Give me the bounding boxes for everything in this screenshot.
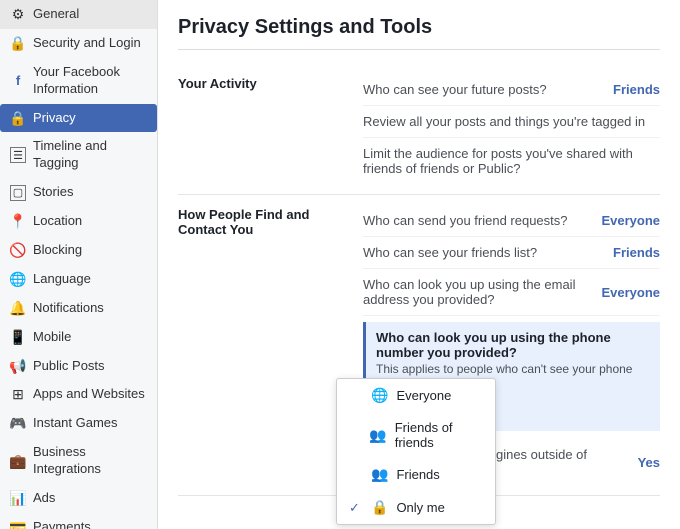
general-icon: ⚙ [10,6,26,22]
sidebar-item-label: Business Integrations [33,444,147,478]
dropdown-item-friends[interactable]: 👥 Friends [337,458,495,491]
sidebar-item-timeline[interactable]: ☰ Timeline and Tagging [0,132,157,178]
your-activity-section: Your Activity Who can see your future po… [178,64,660,195]
games-icon: 🎮 [10,416,26,432]
sidebar-item-instant-games[interactable]: 🎮 Instant Games [0,409,157,438]
location-icon: 📍 [10,214,26,230]
sidebar-item-blocking[interactable]: 🚫 Blocking [0,236,157,265]
friends-of-friends-icon: 👥 [369,427,386,444]
sidebar-item-label: Timeline and Tagging [33,138,147,172]
privacy-icon: 🔒 [10,110,26,126]
sidebar-item-label: Payments [33,519,147,529]
future-posts-value[interactable]: Friends [613,82,660,97]
sidebar-item-notifications[interactable]: 🔔 Notifications [0,294,157,323]
email-lookup-label: Who can look you up using the email addr… [363,277,601,307]
friends-list-value[interactable]: Friends [613,245,660,260]
timeline-icon: ☰ [10,147,26,163]
sidebar-item-security[interactable]: 🔒 Security and Login [0,29,157,58]
blocking-icon: 🚫 [10,242,26,258]
dropdown-menu: 🌐 Everyone 👥 Friends of friends 👥 Friend… [336,378,496,525]
dropdown-item-label: Friends of friends [395,420,483,450]
your-activity-rows: Who can see your future posts? Friends R… [363,74,660,184]
sidebar-item-label: General [33,6,147,23]
sidebar-item-language[interactable]: 🌐 Language [0,265,157,294]
sidebar-item-mobile[interactable]: 📱 Mobile [0,323,157,352]
email-lookup-row: Who can look you up using the email addr… [363,269,660,316]
future-posts-label: Who can see your future posts? [363,82,613,97]
friend-requests-row: Who can send you friend requests? Everyo… [363,205,660,237]
sidebar-item-ads[interactable]: 📊 Ads [0,484,157,513]
dropdown-item-only-me[interactable]: ✓ 🔒 Only me [337,491,495,524]
notifications-icon: 🔔 [10,300,26,316]
sidebar-item-stories[interactable]: ▢ Stories [0,178,157,207]
friends-icon: 👥 [371,466,388,483]
sidebar-item-general[interactable]: ⚙ General [0,0,157,29]
sidebar-item-privacy[interactable]: 🔒 Privacy [0,104,157,133]
friends-list-label: Who can see your friends list? [363,245,613,260]
sidebar-item-public-posts[interactable]: 📢 Public Posts [0,352,157,381]
review-posts-row: Review all your posts and things you're … [363,106,660,138]
sidebar-item-label: Public Posts [33,358,147,375]
outside-facebook-value[interactable]: Yes [638,455,660,470]
limit-audience-label: Limit the audience for posts you've shar… [363,146,660,176]
limit-audience-row: Limit the audience for posts you've shar… [363,138,660,184]
sidebar-item-facebook-info[interactable]: f Your Facebook Information [0,58,157,104]
business-icon: 💼 [10,453,26,469]
check-only-me: ✓ [349,500,363,516]
dropdown-item-everyone[interactable]: 🌐 Everyone [337,379,495,412]
sidebar-item-label: Notifications [33,300,147,317]
sidebar: ⚙ General 🔒 Security and Login f Your Fa… [0,0,158,529]
sidebar-item-label: Blocking [33,242,147,259]
sidebar-item-label: Instant Games [33,415,147,432]
friend-requests-value[interactable]: Everyone [601,213,660,228]
dropdown-item-label: Friends [396,467,439,482]
apps-icon: ⊞ [10,387,26,403]
payments-icon: 💳 [10,519,26,529]
sidebar-item-apps[interactable]: ⊞ Apps and Websites [0,380,157,409]
future-posts-row: Who can see your future posts? Friends [363,74,660,106]
stories-icon: ▢ [10,185,26,201]
lock-icon: 🔒 [10,35,26,51]
sidebar-item-label: Mobile [33,329,147,346]
review-posts-label: Review all your posts and things you're … [363,114,660,129]
sidebar-item-label: Ads [33,490,147,507]
dropdown-item-label: Everyone [396,388,451,403]
page-title: Privacy Settings and Tools [178,16,660,50]
sidebar-item-label: Location [33,213,147,230]
sidebar-item-label: Language [33,271,147,288]
dropdown-item-friends-of-friends[interactable]: 👥 Friends of friends [337,412,495,458]
lock-only-me-icon: 🔒 [371,499,388,516]
your-activity-header: Your Activity [178,74,363,184]
public-posts-icon: 📢 [10,358,26,374]
main-content: Privacy Settings and Tools Your Activity… [158,0,680,529]
sidebar-item-location[interactable]: 📍 Location [0,207,157,236]
phone-lookup-title: Who can look you up using the phone numb… [376,330,650,360]
friends-list-row: Who can see your friends list? Friends [363,237,660,269]
language-icon: 🌐 [10,271,26,287]
globe-icon: 🌐 [371,387,388,404]
sidebar-item-business[interactable]: 💼 Business Integrations [0,438,157,484]
mobile-icon: 📱 [10,329,26,345]
sidebar-item-label: Security and Login [33,35,147,52]
fb-icon: f [10,73,26,89]
email-lookup-value[interactable]: Everyone [601,285,660,300]
sidebar-item-label: Apps and Websites [33,386,147,403]
ads-icon: 📊 [10,490,26,506]
sidebar-item-label: Stories [33,184,147,201]
friend-requests-label: Who can send you friend requests? [363,213,601,228]
dropdown-item-label: Only me [396,500,444,515]
sidebar-item-payments[interactable]: 💳 Payments [0,513,157,529]
sidebar-item-label: Your Facebook Information [33,64,147,98]
sidebar-item-label: Privacy [33,110,147,127]
